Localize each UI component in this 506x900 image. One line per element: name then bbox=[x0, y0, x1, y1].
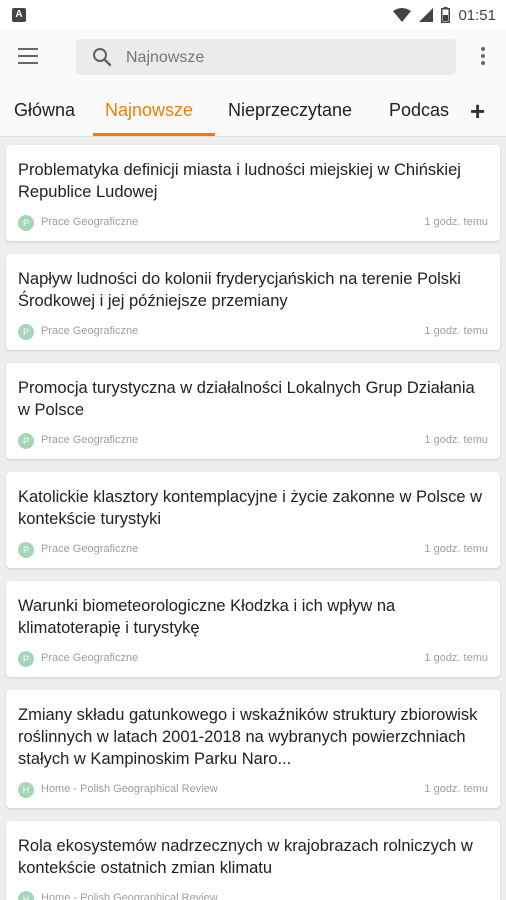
article-meta: P Prace Geograficzne 1 godz. temu bbox=[18, 215, 488, 231]
tab-podcasty[interactable]: Podcas bbox=[389, 100, 449, 121]
source-icon: H bbox=[18, 782, 34, 798]
source-name: Home - Polish Geographical Review bbox=[41, 783, 218, 795]
article-meta: P Prace Geograficzne 1 godz. temu bbox=[18, 542, 488, 558]
source-icon: H bbox=[18, 891, 34, 900]
article-time: 1 godz. temu bbox=[424, 543, 488, 555]
add-tab-icon[interactable]: + bbox=[470, 96, 485, 127]
article-card[interactable]: Rola ekosystemów nadrzecznych w krajobra… bbox=[6, 821, 500, 900]
article-title: Katolickie klasztory kontemplacyjne i ży… bbox=[18, 488, 483, 528]
source-name: Prace Geograficzne bbox=[41, 652, 139, 664]
article-title: Warunki biometeorologiczne Kłodzka i ich… bbox=[18, 597, 396, 637]
article-card[interactable]: Zmiany składu gatunkowego i wskaźników s… bbox=[6, 690, 500, 808]
article-card[interactable]: Promocja turystyczna w działalności Loka… bbox=[6, 363, 500, 459]
source-icon: P bbox=[18, 215, 34, 231]
article-time: 1 godz. temu bbox=[424, 325, 488, 337]
article-meta: P Prace Geograficzne 1 godz. temu bbox=[18, 433, 488, 449]
battery-icon bbox=[441, 7, 451, 23]
search-placeholder: Najnowsze bbox=[126, 49, 205, 66]
article-meta: H Home - Polish Geographical Review 1 go… bbox=[18, 782, 488, 798]
tab-najnowsze[interactable]: Najnowsze bbox=[105, 100, 193, 121]
source-name: Prace Geograficzne bbox=[41, 216, 139, 228]
source-icon: P bbox=[18, 324, 34, 340]
source-name: Prace Geograficzne bbox=[41, 325, 139, 337]
wifi-icon bbox=[393, 8, 412, 22]
notification-icon: A bbox=[12, 8, 26, 22]
article-card[interactable]: Katolickie klasztory kontemplacyjne i ży… bbox=[6, 472, 500, 568]
article-time: 1 godz. temu bbox=[424, 216, 488, 228]
tab-glowna[interactable]: Główna bbox=[14, 100, 75, 121]
article-meta: H Home - Polish Geographical Review bbox=[18, 891, 488, 900]
source-icon: P bbox=[18, 651, 34, 667]
active-tab-indicator bbox=[93, 133, 215, 136]
article-title: Napływ ludności do kolonii fryderycjańsk… bbox=[18, 270, 461, 310]
tab-bar: Główna Najnowsze Nieprzeczytane Podcas + bbox=[0, 86, 506, 137]
app-bar: Najnowsze bbox=[0, 30, 506, 86]
article-title: Problematyka definicji miasta i ludności… bbox=[18, 161, 461, 201]
clock: 01:51 bbox=[458, 6, 496, 24]
article-time: 1 godz. temu bbox=[424, 434, 488, 446]
article-time: 1 godz. temu bbox=[424, 652, 488, 664]
source-icon: P bbox=[18, 542, 34, 558]
article-card[interactable]: Problematyka definicji miasta i ludności… bbox=[6, 145, 500, 241]
article-title: Rola ekosystemów nadrzecznych w krajobra… bbox=[18, 837, 473, 877]
source-name: Prace Geograficzne bbox=[41, 543, 139, 555]
source-name: Home - Polish Geographical Review bbox=[41, 892, 218, 900]
article-card[interactable]: Warunki biometeorologiczne Kłodzka i ich… bbox=[6, 581, 500, 677]
search-input[interactable]: Najnowsze bbox=[76, 39, 456, 75]
signal-icon bbox=[419, 8, 434, 22]
status-bar: A 01:51 bbox=[0, 0, 506, 30]
article-time: 1 godz. temu bbox=[424, 783, 488, 795]
search-icon bbox=[93, 48, 112, 67]
article-title: Zmiany składu gatunkowego i wskaźników s… bbox=[18, 706, 478, 768]
source-icon: P bbox=[18, 433, 34, 449]
status-icons: 01:51 bbox=[393, 6, 496, 24]
more-options-icon[interactable] bbox=[478, 47, 488, 69]
article-feed: Problematyka definicji miasta i ludności… bbox=[0, 137, 506, 900]
article-meta: P Prace Geograficzne 1 godz. temu bbox=[18, 324, 488, 340]
article-title: Promocja turystyczna w działalności Loka… bbox=[18, 379, 475, 419]
tab-nieprzeczytane[interactable]: Nieprzeczytane bbox=[228, 100, 352, 121]
menu-icon[interactable] bbox=[18, 48, 40, 66]
article-meta: P Prace Geograficzne 1 godz. temu bbox=[18, 651, 488, 667]
article-card[interactable]: Napływ ludności do kolonii fryderycjańsk… bbox=[6, 254, 500, 350]
source-name: Prace Geograficzne bbox=[41, 434, 139, 446]
